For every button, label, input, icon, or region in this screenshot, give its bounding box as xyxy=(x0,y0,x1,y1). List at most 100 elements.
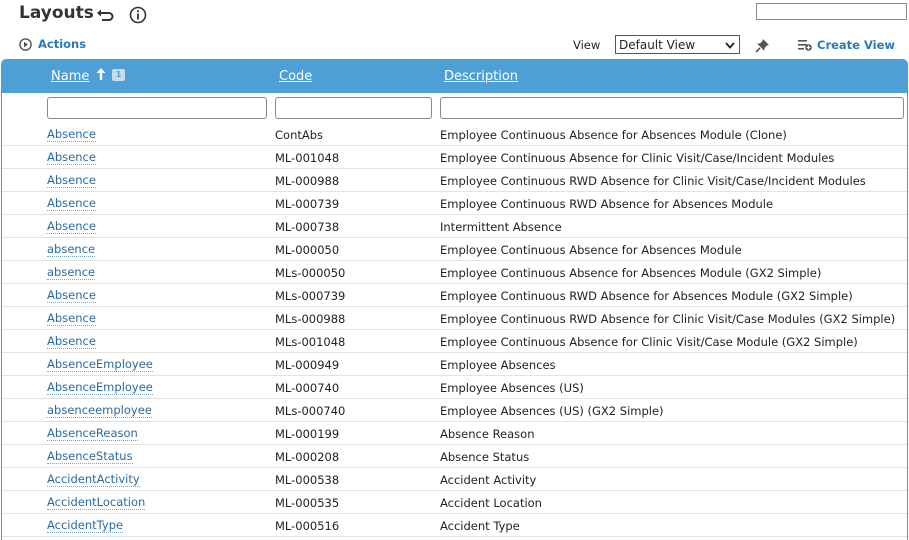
row-name-link[interactable]: Absence xyxy=(47,289,96,303)
row-description: Employee Continuous Absence for Clinic V… xyxy=(440,151,835,165)
table-row[interactable]: Absence MLs-000988 Employee Continuous R… xyxy=(2,307,907,330)
row-description: Employee Continuous RWD Absence for Clin… xyxy=(440,312,896,326)
view-label: View xyxy=(573,38,601,52)
table-row[interactable]: Absence ML-000988 Employee Continuous RW… xyxy=(2,169,907,192)
row-description: Employee Continuous Absence for Absences… xyxy=(440,128,787,142)
row-code: ML-000516 xyxy=(275,519,340,533)
row-description: Employee Continuous RWD Absence for Clin… xyxy=(440,174,866,188)
row-code: ML-000740 xyxy=(275,381,340,395)
table-row[interactable]: AccidentActivity ML-000538 Accident Acti… xyxy=(2,468,907,491)
row-description: Employee Absences (US) (GX2 Simple) xyxy=(440,404,664,418)
search-input[interactable] xyxy=(756,3,907,20)
row-code: ML-000208 xyxy=(275,450,340,464)
filter-description-input[interactable] xyxy=(440,97,904,119)
grid-header: Name 1 Code Description xyxy=(2,60,907,93)
row-code: ML-000988 xyxy=(275,174,340,188)
table-row[interactable]: Absence ML-000738 Intermittent Absence xyxy=(2,215,907,238)
table-row[interactable]: Absence MLs-001048 Employee Continuous A… xyxy=(2,330,907,353)
row-description: Employee Absences (US) xyxy=(440,381,584,395)
view-select-value: Default View xyxy=(619,37,696,52)
row-description: Accident Activity xyxy=(440,473,537,487)
table-row[interactable]: AbsenceStatus ML-000208 Absence Status xyxy=(2,445,907,468)
actions-label: Actions xyxy=(38,37,87,51)
chevron-down-icon xyxy=(725,42,735,49)
table-row[interactable]: Absence ML-000739 Employee Continuous RW… xyxy=(2,192,907,215)
row-name-link[interactable]: AbsenceReason xyxy=(47,427,138,441)
row-code: ContAbs xyxy=(275,128,324,142)
create-view-button[interactable]: Create View xyxy=(798,38,895,52)
row-name-link[interactable]: Absence xyxy=(47,335,96,349)
column-header-name[interactable]: Name xyxy=(51,69,89,84)
row-code: MLs-000739 xyxy=(275,289,346,303)
row-name-link[interactable]: AbsenceEmployee xyxy=(47,358,153,372)
row-name-link[interactable]: absence xyxy=(47,266,96,280)
row-description: Employee Continuous Absence for Absences… xyxy=(440,266,822,280)
row-description: Accident Location xyxy=(440,496,542,510)
row-name-link[interactable]: AccidentLocation xyxy=(47,496,146,510)
row-name-link[interactable]: absence xyxy=(47,243,96,257)
row-name-link[interactable]: AbsenceEmployee xyxy=(47,381,153,395)
sort-ascending-arrow-icon xyxy=(96,68,106,80)
table-row[interactable]: AbsenceReason ML-000199 Absence Reason xyxy=(2,422,907,445)
toolbar: Actions View Default View Create View xyxy=(0,34,909,58)
row-name-link[interactable]: absenceemployee xyxy=(47,404,152,418)
list-add-icon xyxy=(798,40,812,51)
table-row[interactable]: Absence MLs-000739 Employee Continuous R… xyxy=(2,284,907,307)
row-description: Employee Continuous Absence for Clinic V… xyxy=(440,335,858,349)
row-description: Absence Status xyxy=(440,450,530,464)
layouts-grid: Name 1 Code Description Absence ContAbs … xyxy=(1,59,908,540)
table-row[interactable]: AbsenceEmployee ML-000949 Employee Absen… xyxy=(2,353,907,376)
row-description: Employee Continuous Absence for Absences… xyxy=(440,243,742,257)
pin-icon[interactable] xyxy=(754,37,771,54)
row-description: Employee Continuous RWD Absence for Abse… xyxy=(440,289,853,303)
row-description: Employee Continuous RWD Absence for Abse… xyxy=(440,197,774,211)
row-name-link[interactable]: Absence xyxy=(47,174,96,188)
row-name-link[interactable]: Absence xyxy=(47,197,96,211)
filter-name-input[interactable] xyxy=(47,97,267,119)
row-code: ML-001048 xyxy=(275,151,340,165)
row-name-link[interactable]: Absence xyxy=(47,220,96,234)
row-name-link[interactable]: Absence xyxy=(47,312,96,326)
row-description: Accident Type xyxy=(440,519,520,533)
column-header-code[interactable]: Code xyxy=(279,69,312,84)
row-description: Intermittent Absence xyxy=(440,220,562,234)
table-row[interactable]: absence ML-000050 Employee Continuous Ab… xyxy=(2,238,907,261)
row-code: ML-000739 xyxy=(275,197,340,211)
row-name-link[interactable]: AbsenceStatus xyxy=(47,450,133,464)
row-description: Employee Absences xyxy=(440,358,556,372)
table-row[interactable]: Absence ML-001048 Employee Continuous Ab… xyxy=(2,146,907,169)
table-row[interactable]: AccidentType ML-000516 Accident Type xyxy=(2,514,907,537)
row-name-link[interactable]: Absence xyxy=(47,151,96,165)
row-code: ML-000538 xyxy=(275,473,340,487)
row-code: MLs-000050 xyxy=(275,266,346,280)
row-code: ML-000738 xyxy=(275,220,340,234)
row-name-link[interactable]: AccidentType xyxy=(47,519,124,533)
row-code: ML-000050 xyxy=(275,243,340,257)
table-row[interactable]: AbsenceEmployee ML-000740 Employee Absen… xyxy=(2,376,907,399)
create-view-label: Create View xyxy=(817,38,896,52)
table-row[interactable]: absence MLs-000050 Employee Continuous A… xyxy=(2,261,907,284)
table-row[interactable]: AccidentLocation ML-000535 Accident Loca… xyxy=(2,491,907,514)
info-icon[interactable] xyxy=(129,6,147,24)
row-code: ML-000949 xyxy=(275,358,340,372)
row-code: ML-000199 xyxy=(275,427,340,441)
filter-code-input[interactable] xyxy=(275,97,432,119)
row-code: MLs-001048 xyxy=(275,335,346,349)
row-description: Absence Reason xyxy=(440,427,535,441)
row-name-link[interactable]: AccidentActivity xyxy=(47,473,140,487)
filter-row xyxy=(2,93,907,123)
view-select[interactable]: Default View xyxy=(615,35,740,54)
page-title: Layouts xyxy=(19,3,94,23)
table-row[interactable]: absenceemployee MLs-000740 Employee Abse… xyxy=(2,399,907,422)
actions-button[interactable]: Actions xyxy=(19,37,86,51)
title-bar: Layouts xyxy=(0,0,909,32)
sort-order-badge: 1 xyxy=(112,69,125,81)
row-code: MLs-000740 xyxy=(275,404,346,418)
column-header-description[interactable]: Description xyxy=(444,69,518,84)
row-code: ML-000535 xyxy=(275,496,340,510)
return-arrow-icon[interactable] xyxy=(95,5,115,25)
row-code: MLs-000988 xyxy=(275,312,346,326)
play-circle-icon xyxy=(19,37,32,51)
row-name-link[interactable]: Absence xyxy=(47,128,96,142)
table-row[interactable]: Absence ContAbs Employee Continuous Abse… xyxy=(2,123,907,146)
